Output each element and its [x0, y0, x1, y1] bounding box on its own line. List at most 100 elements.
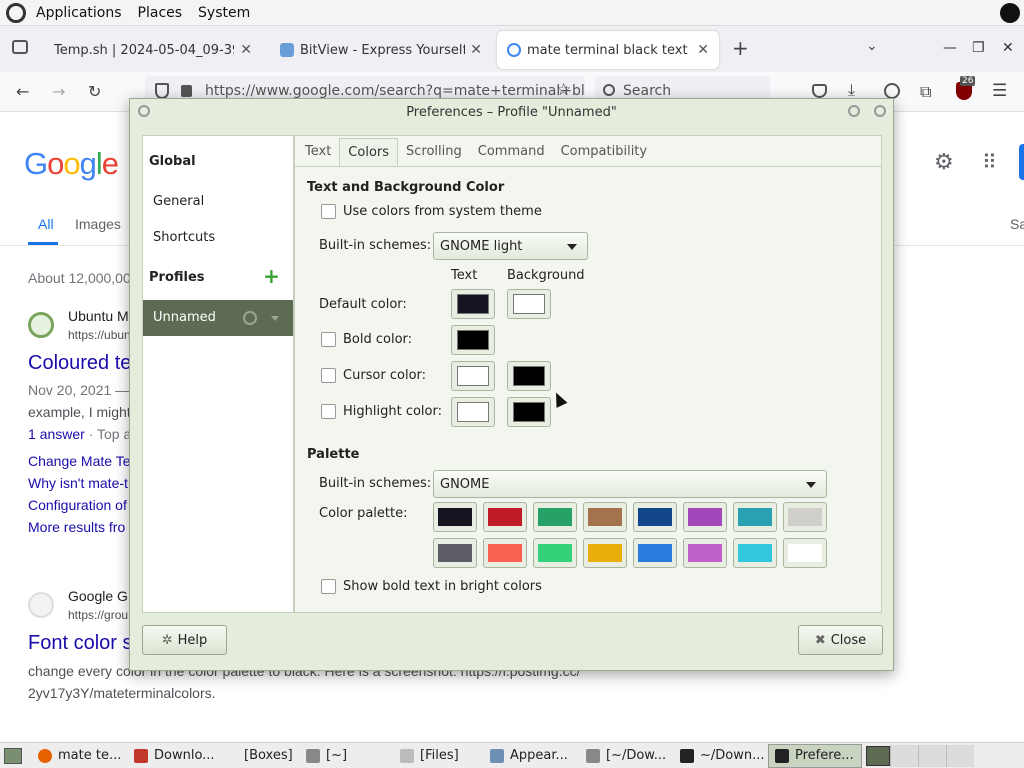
taskbar-item-appearance[interactable]: Appear...: [484, 744, 580, 768]
taskbar-item-files[interactable]: [Files]: [394, 744, 484, 768]
result2-title[interactable]: Font color s: [28, 632, 132, 655]
network-icon[interactable]: [1000, 3, 1020, 23]
apps-grid-icon[interactable]: ⠿: [982, 150, 997, 174]
bold-color-checkbox[interactable]: [321, 332, 336, 347]
palette-color-button[interactable]: [433, 502, 477, 532]
reload-icon[interactable]: ↻: [88, 82, 101, 101]
account-icon[interactable]: [884, 83, 900, 99]
sidebar-item-general[interactable]: General: [143, 184, 293, 220]
workspace-2[interactable]: [890, 744, 918, 767]
palette-color-button[interactable]: [583, 538, 627, 568]
close-icon[interactable]: ✕: [470, 42, 482, 58]
cursor-bg-color-button[interactable]: [507, 361, 551, 391]
tab-scrolling[interactable]: Scrolling: [398, 138, 470, 166]
window-menu-icon[interactable]: [138, 105, 150, 117]
tab-bitview[interactable]: BitView - Express Yourself. ✕: [270, 31, 492, 69]
default-bg-color-button[interactable]: [507, 289, 551, 319]
minimize-icon[interactable]: [848, 105, 860, 117]
palette-color-button[interactable]: [533, 538, 577, 568]
show-desktop-icon[interactable]: [4, 747, 22, 764]
tab-text[interactable]: Text: [297, 138, 339, 166]
result1-url[interactable]: https://ubun: [68, 328, 131, 342]
workspace-3[interactable]: [918, 744, 946, 767]
taskbar-item-terminal-2[interactable]: [~/Dow...: [580, 744, 674, 768]
bright-bold-label[interactable]: Show bold text in bright colors: [343, 579, 542, 594]
tab-temp-sh[interactable]: Temp.sh | 2024-05-04_09-39- ✕: [44, 31, 262, 69]
tab-list-chevron-icon[interactable]: ⌄: [866, 38, 878, 54]
palette-color-button[interactable]: [783, 538, 827, 568]
palette-color-button[interactable]: [633, 538, 677, 568]
palette-color-button[interactable]: [683, 502, 727, 532]
related-link[interactable]: Configuration of: [28, 497, 127, 513]
close-window-icon[interactable]: ✕: [1002, 40, 1014, 56]
extensions-icon[interactable]: ⧉: [920, 82, 931, 102]
taskbar-item-terminal[interactable]: [~]: [300, 744, 394, 768]
forward-icon[interactable]: →: [52, 82, 65, 101]
close-icon[interactable]: ✕: [240, 42, 252, 58]
related-link[interactable]: Change Mate Te: [28, 453, 130, 469]
default-text-color-button[interactable]: [451, 289, 495, 319]
shield-icon[interactable]: [155, 83, 169, 99]
result1-answer-link[interactable]: 1 answer: [28, 426, 85, 442]
use-system-colors-checkbox[interactable]: [321, 204, 336, 219]
url-text[interactable]: https://www.google.com/search?q=mate+ter…: [205, 83, 585, 99]
close-button[interactable]: ✖ Close: [798, 625, 883, 655]
places-menu[interactable]: Places: [132, 0, 189, 26]
result1-site[interactable]: Ubuntu M: [68, 308, 129, 324]
taskbar-item-downloads[interactable]: Downlo...: [128, 744, 222, 768]
palette-color-button[interactable]: [633, 502, 677, 532]
taskbar-item-terminal-3[interactable]: ~/Down...: [674, 744, 768, 768]
tab-colors[interactable]: Colors: [339, 138, 399, 166]
new-tab-icon[interactable]: +: [732, 36, 749, 60]
bookmark-star-icon[interactable]: ☆: [556, 80, 571, 100]
builtin-schemes-select[interactable]: GNOME light: [433, 232, 588, 260]
result1-title[interactable]: Coloured te: [28, 352, 131, 375]
tab-mate-terminal[interactable]: mate terminal black text - G ✕: [497, 31, 719, 69]
pocket-icon[interactable]: [812, 84, 827, 98]
nav-images[interactable]: Images: [75, 216, 121, 232]
use-system-colors-label[interactable]: Use colors from system theme: [343, 204, 542, 219]
lock-icon[interactable]: [181, 85, 192, 97]
palette-color-button[interactable]: [483, 538, 527, 568]
palette-color-button[interactable]: [433, 538, 477, 568]
palette-color-button[interactable]: [533, 502, 577, 532]
palette-schemes-select[interactable]: GNOME: [433, 470, 827, 498]
menu-icon[interactable]: ☰: [992, 81, 1007, 101]
related-link[interactable]: More results fro: [28, 519, 125, 535]
highlight-color-checkbox[interactable]: [321, 404, 336, 419]
palette-color-button[interactable]: [733, 538, 777, 568]
download-icon[interactable]: ⤓: [848, 80, 855, 100]
sidebar-item-unnamed[interactable]: Unnamed: [143, 300, 293, 336]
cursor-text-color-button[interactable]: [451, 361, 495, 391]
cursor-color-checkbox[interactable]: [321, 368, 336, 383]
palette-color-button[interactable]: [783, 502, 827, 532]
system-menu[interactable]: System: [192, 0, 256, 26]
palette-color-button[interactable]: [583, 502, 627, 532]
profile-menu-chevron-icon[interactable]: [271, 316, 279, 321]
taskbar-item-boxes[interactable]: [Boxes]: [222, 744, 300, 768]
palette-color-button[interactable]: [683, 538, 727, 568]
back-icon[interactable]: ←: [16, 82, 29, 101]
applications-menu[interactable]: Applications: [30, 0, 128, 26]
highlight-text-color-button[interactable]: [451, 397, 495, 427]
workspace-switcher[interactable]: [866, 745, 890, 766]
close-icon[interactable]: ✕: [697, 42, 709, 58]
add-profile-icon[interactable]: +: [263, 266, 280, 286]
sign-in-button[interactable]: [1019, 144, 1024, 180]
bold-color-button[interactable]: [451, 325, 495, 355]
highlight-color-label[interactable]: Highlight color:: [343, 404, 442, 419]
default-profile-icon[interactable]: [243, 311, 257, 325]
cursor-color-label[interactable]: Cursor color:: [343, 368, 426, 383]
result2-url[interactable]: https://grou: [68, 608, 128, 622]
taskbar-item-firefox[interactable]: mate te...: [32, 744, 128, 768]
tab-compatibility[interactable]: Compatibility: [553, 138, 656, 166]
bold-color-label[interactable]: Bold color:: [343, 332, 412, 347]
palette-color-button[interactable]: [733, 502, 777, 532]
close-window-icon[interactable]: [874, 105, 886, 117]
maximize-icon[interactable]: ❐: [972, 40, 985, 56]
sidebar-item-shortcuts[interactable]: Shortcuts: [143, 220, 293, 256]
workspace-4[interactable]: [946, 744, 974, 767]
tab-overview-icon[interactable]: [12, 40, 28, 54]
result2-site[interactable]: Google G: [68, 588, 128, 604]
palette-color-button[interactable]: [483, 502, 527, 532]
